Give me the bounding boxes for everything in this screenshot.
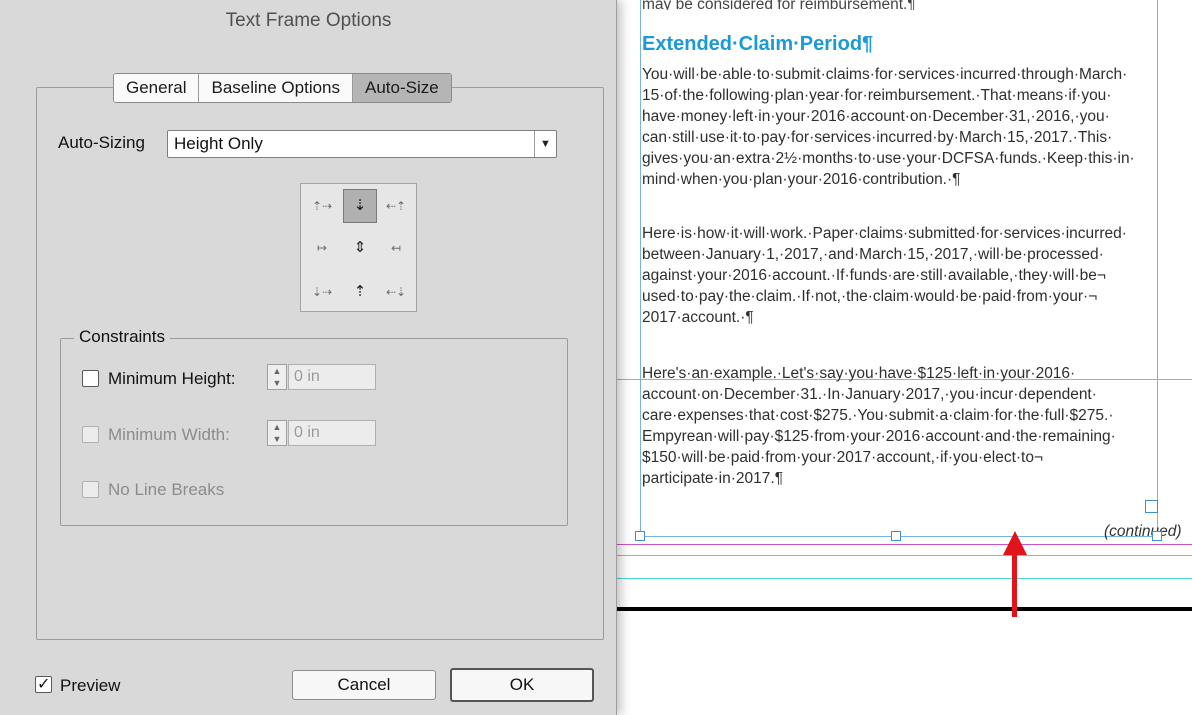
continued-label: (continued) — [1104, 523, 1182, 540]
tab-baseline-options[interactable]: Baseline Options — [199, 74, 354, 102]
auto-sizing-select[interactable]: Height Only ▼ — [167, 130, 557, 158]
tab-auto-size[interactable]: Auto-Size — [353, 74, 451, 102]
out-port-handle[interactable] — [1145, 500, 1158, 513]
chevron-down-icon: ▼ — [534, 131, 556, 157]
section-heading: Extended·Claim·Period¶ — [642, 33, 874, 55]
tab-general[interactable]: General — [114, 74, 200, 102]
anchor-center-icon[interactable]: ⇕ — [345, 233, 375, 263]
frame-handle[interactable] — [891, 531, 901, 541]
tab-bar: General Baseline Options Auto-Size — [113, 73, 452, 103]
minimum-height-stepper[interactable]: ▲ ▼ — [267, 364, 287, 390]
document-page: may be considered for reimbursement.¶ Ex… — [617, 0, 1192, 715]
frame-handle[interactable] — [635, 531, 645, 541]
partial-text-line: may be considered for reimbursement.¶ — [642, 0, 916, 10]
anchor-bottom-right-icon[interactable]: ⇠⇣ — [381, 277, 411, 307]
minimum-width-field[interactable]: 0 in — [288, 420, 376, 446]
anchor-bottom-center-icon[interactable]: ⇡ — [345, 277, 375, 307]
no-line-breaks-label: No Line Breaks — [108, 480, 225, 499]
paragraph: Here·is·how·it·will·work.·Paper·claims·s… — [642, 225, 1127, 326]
up-arrow-shaft — [1012, 551, 1017, 617]
minimum-width-label: Minimum Width: — [108, 425, 230, 444]
reference-point-grid: ⇡⇢ ⇣ ⇠⇡ ↦ ⇕ ↤ ⇣⇢ ⇡ ⇠⇣ — [300, 183, 417, 312]
anchor-top-center-icon[interactable]: ⇣ — [343, 189, 377, 223]
preview-checkbox[interactable] — [35, 674, 52, 694]
anchor-top-left-icon[interactable]: ⇡⇢ — [307, 191, 337, 221]
frame-handle[interactable] — [1152, 531, 1162, 541]
paragraph: Here's·an·example.·Let's·say·you·have·$1… — [642, 365, 1116, 487]
guide-line — [617, 578, 1192, 579]
anchor-middle-left-icon[interactable]: ↦ — [307, 233, 337, 263]
auto-sizing-label: Auto-Sizing — [58, 133, 145, 152]
frame-edge-left — [640, 0, 641, 540]
text-frame-options-dialog: Text Frame Options General Baseline Opti… — [0, 0, 617, 715]
margin-guide — [617, 544, 1192, 545]
anchor-top-right-icon[interactable]: ⇠⇡ — [381, 191, 411, 221]
minimum-width-stepper[interactable]: ▲ ▼ — [267, 420, 287, 446]
auto-sizing-value: Height Only — [174, 134, 263, 153]
preview-label: Preview — [60, 676, 121, 695]
minimum-height-field[interactable]: 0 in — [288, 364, 376, 390]
cancel-button[interactable]: Cancel — [292, 670, 436, 700]
minimum-height-label: Minimum Height: — [108, 369, 236, 388]
anchor-bottom-left-icon[interactable]: ⇣⇢ — [307, 277, 337, 307]
page-rule — [617, 607, 1192, 611]
dialog-title: Text Frame Options — [225, 10, 392, 31]
paragraph: You·will·be·able·to·submit·claims·for·se… — [642, 66, 1135, 188]
guide-line — [617, 555, 1192, 556]
no-line-breaks-checkbox[interactable] — [82, 481, 99, 498]
minimum-height-checkbox[interactable] — [82, 370, 99, 387]
frame-edge-right — [1157, 0, 1158, 540]
minimum-width-checkbox[interactable] — [82, 426, 99, 443]
ok-button[interactable]: OK — [450, 668, 594, 702]
anchor-middle-right-icon[interactable]: ↤ — [381, 233, 411, 263]
constraints-legend: Constraints — [74, 327, 170, 347]
